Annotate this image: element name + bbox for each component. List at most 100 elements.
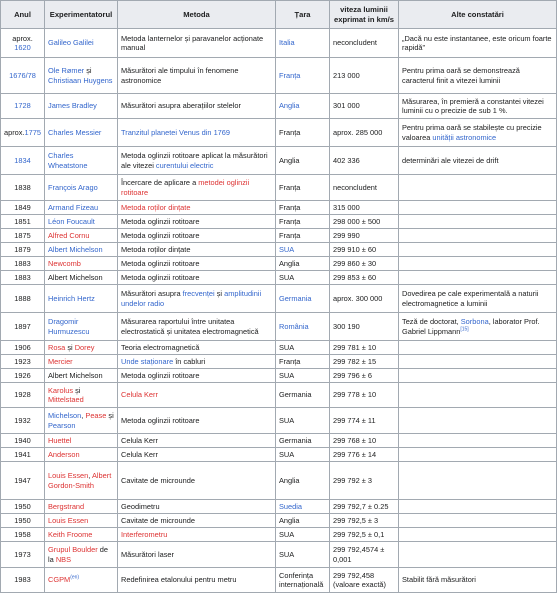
cell-year: 1947 <box>0 461 45 500</box>
country-text: SUA <box>279 342 295 352</box>
country-text: Anglia <box>279 475 300 485</box>
notes-link[interactable]: Sorbona <box>461 317 489 326</box>
cell-year: 1973 <box>0 541 45 568</box>
country-link[interactable]: Suedia <box>279 502 302 511</box>
cell-method: Metoda oglinzii rotitoare <box>117 228 276 243</box>
header-experimenter[interactable]: Experimentatorul <box>44 0 118 29</box>
header-method[interactable]: Metoda <box>117 0 276 29</box>
cell-notes <box>398 340 557 355</box>
experimenter-link[interactable]: Bergstrand <box>48 502 84 511</box>
experimenter-link[interactable]: Mercier <box>48 357 73 366</box>
country-text: Germania <box>279 390 312 400</box>
experimenter-link[interactable]: Grupul Boulder <box>48 545 98 554</box>
table-row: 1950 Bergstrand Geodimetru Suedia 299 792,7 … <box>0 499 557 514</box>
cell-notes <box>398 499 557 514</box>
experimenter-link[interactable]: François Arago <box>48 183 98 192</box>
cell-experimenter: Dragomir Hurmuzescu <box>44 312 118 341</box>
experimenter-link[interactable]: Rosa <box>48 343 65 352</box>
cell-notes <box>398 433 557 448</box>
method-link[interactable]: Interferometru <box>121 530 167 539</box>
experimenter-link[interactable]: Léon Foucault <box>48 217 95 226</box>
cell-speed: 402 336 <box>329 146 399 175</box>
experimenter-link[interactable]: Mittelstaed <box>48 395 84 404</box>
cell-speed: 213 000 <box>329 57 399 94</box>
speed-value: 299 792,4574 ± 0,001 <box>333 545 385 564</box>
experimenter-link[interactable]: Michelson <box>48 411 81 420</box>
text-fragment: Teză de doctorat, <box>402 317 461 327</box>
year-text: 1879 <box>14 244 31 254</box>
experimenter-link[interactable]: Louis Essen <box>48 516 88 525</box>
country-link[interactable]: Franța <box>279 71 300 80</box>
cell-method: Măsurători asupra aberațiilor stelelor <box>117 93 276 119</box>
experimenter-link[interactable]: Dragomir Hurmuzescu <box>48 317 89 335</box>
method-link[interactable]: Metoda roților dințate <box>121 203 190 212</box>
experimenter-link[interactable]: Charles Wheatstone <box>48 151 87 169</box>
header-country[interactable]: Țara <box>275 0 330 29</box>
year-text[interactable]: 1676/78 <box>9 71 36 80</box>
year-link[interactable]: 1775 <box>25 128 41 137</box>
cell-experimenter: Louis Essen <box>44 513 118 528</box>
experimenter-link[interactable]: Albert Michelson <box>48 245 103 254</box>
table-row: 1958 Keith Froome Interferometru SUA 299 792… <box>0 527 557 542</box>
experimenter-link[interactable]: James Bradley <box>48 101 97 110</box>
experimenter-link[interactable]: Pearson <box>48 421 76 430</box>
experimenter-link[interactable]: Karolus <box>48 386 73 395</box>
year-text[interactable]: 1834 <box>14 156 30 165</box>
cell-country: Anglia <box>275 513 330 528</box>
country-link[interactable]: Anglia <box>279 101 300 110</box>
method-link[interactable]: Unde staționare <box>121 357 173 366</box>
experimenter-link[interactable]: Louis Essen <box>48 471 88 480</box>
table-row: 1897 Dragomir Hurmuzescu Măsurarea raportu… <box>0 312 557 341</box>
year-text[interactable]: 1728 <box>14 101 30 110</box>
experimenter-link[interactable]: NBS <box>56 555 71 564</box>
experimenter-link[interactable]: Anderson <box>48 450 80 459</box>
table-row: 1888 Heinrich Hertz Măsurători asupra frec… <box>0 284 557 313</box>
cell-notes <box>398 447 557 462</box>
experimenter-link[interactable]: Newcomb <box>48 259 81 268</box>
method-link[interactable]: curentului electric <box>156 161 214 170</box>
cell-year: 1728 <box>0 93 45 119</box>
year-text: 1950 <box>14 515 31 525</box>
country-link[interactable]: România <box>279 322 309 331</box>
notes-link[interactable]: unității astronomice <box>432 133 496 142</box>
experimenter-link[interactable]: Christiaan Huygens <box>48 76 113 85</box>
table-row: 1676/78 Ole Rømer și Christiaan Huygens Mă… <box>0 57 557 94</box>
experimenter-link[interactable]: Charles Messier <box>48 128 101 137</box>
cell-notes: Pentru prima oară se demonstrează caract… <box>398 57 557 94</box>
experimenter-link[interactable]: Huettel <box>48 436 71 445</box>
cell-experimenter: Charles Messier <box>44 118 118 147</box>
method-link[interactable]: undelor radio <box>121 299 164 308</box>
cell-year: 1958 <box>0 527 45 542</box>
year-text: 1928 <box>14 390 31 400</box>
cell-country: Franța <box>275 214 330 229</box>
method-link[interactable]: frecvenței <box>183 289 215 298</box>
cell-method: Metoda lanternelor și paravanelor acțion… <box>117 28 276 58</box>
country-link[interactable]: Germania <box>279 294 311 303</box>
experimenter-link[interactable]: Keith Froome <box>48 530 92 539</box>
experimenter-link[interactable]: Pease <box>85 411 106 420</box>
experimenter-link[interactable]: Alfred Cornu <box>48 231 90 240</box>
experimenter-link[interactable]: CGPM <box>48 575 70 584</box>
experimenter-link[interactable]: Heinrich Hertz <box>48 294 95 303</box>
speed-value: 299 990 <box>333 230 360 240</box>
year-text: 1958 <box>14 529 31 539</box>
method-link[interactable]: Celula Kerr <box>121 390 158 399</box>
header-year[interactable]: Anul <box>0 0 45 29</box>
header-notes[interactable]: Alte constatări <box>398 0 557 29</box>
experimenter-link[interactable]: Ole Rømer <box>48 66 84 75</box>
country-link[interactable]: Italia <box>279 38 295 47</box>
country-text: Anglia <box>279 258 300 268</box>
cell-speed: 299 781 ± 10 <box>329 340 399 355</box>
method-link[interactable]: Tranzitul planetei Venus din 1769 <box>121 128 230 137</box>
experimenter-link[interactable]: Armand Fizeau <box>48 203 98 212</box>
header-speed[interactable]: viteza luminii exprimat in km/s <box>329 0 399 29</box>
experimenter-link[interactable]: Galileo Galilei <box>48 38 94 47</box>
method-link[interactable]: amplitudinii <box>224 289 261 298</box>
experimenter-link[interactable]: Dorey <box>75 343 95 352</box>
text-fragment: Redefinirea etalonului pentru metru <box>121 575 237 585</box>
experimenter-link[interactable]: (en) <box>70 575 79 581</box>
text-fragment: Metoda oglinzii rotitoare <box>121 216 200 226</box>
notes-link[interactable]: [15] <box>460 326 468 332</box>
year-link[interactable]: 1620 <box>14 43 30 52</box>
country-link[interactable]: SUA <box>279 245 294 254</box>
